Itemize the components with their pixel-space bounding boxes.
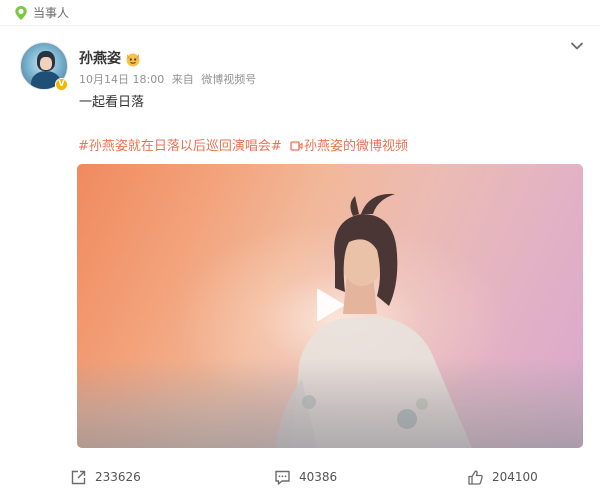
action-bar: 233626 40386 204100: [0, 458, 600, 496]
post-hashtags: #孙燕姿就在日落以后巡回演唱会# 孙燕姿的微博视频: [78, 138, 408, 156]
location-pin-icon: [15, 6, 27, 20]
like-button[interactable]: 204100: [467, 467, 538, 487]
post-date[interactable]: 10月14日 18:00: [79, 73, 164, 86]
verified-v-icon: V: [55, 78, 68, 91]
source-prefix: 来自: [171, 73, 194, 86]
topic-label[interactable]: 当事人: [33, 5, 69, 21]
topic-label-bar: 当事人: [0, 0, 600, 26]
video-player[interactable]: [77, 164, 583, 448]
comment-icon: [275, 470, 290, 485]
thumbs-up-icon: [468, 469, 483, 485]
comment-button[interactable]: 40386: [274, 467, 337, 487]
weibo-post-card: 当事人 V 孙燕姿 10月14日 18:00 来自 微博视频号 一起看日落 #孙…: [0, 0, 600, 496]
comment-count: 40386: [299, 470, 338, 484]
repost-button[interactable]: 233626: [70, 467, 141, 487]
repost-icon: [71, 470, 86, 484]
video-link[interactable]: 孙燕姿的微博视频: [304, 139, 408, 154]
like-count: 204100: [492, 470, 538, 484]
hashtag-link[interactable]: #孙燕姿就在日落以后巡回演唱会#: [78, 139, 282, 154]
video-link-icon: [290, 141, 303, 151]
username[interactable]: 孙燕姿: [79, 50, 121, 68]
play-icon[interactable]: [315, 288, 345, 322]
post-text: 一起看日落: [79, 95, 145, 110]
emoji-medal-icon: [126, 53, 140, 67]
post-meta: 10月14日 18:00 来自 微博视频号: [79, 73, 260, 87]
post-source[interactable]: 微博视频号: [201, 73, 256, 86]
repost-count: 233626: [95, 470, 141, 484]
chevron-down-icon[interactable]: [569, 38, 585, 54]
